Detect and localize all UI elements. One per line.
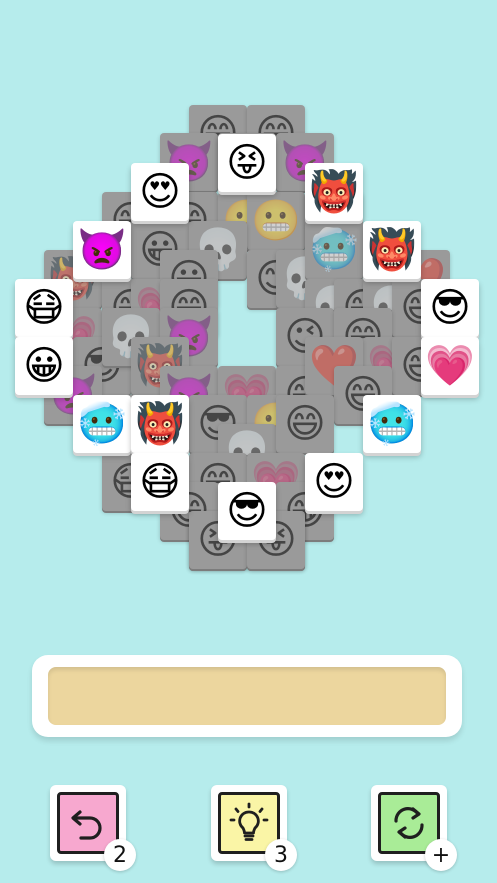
tile-grinning[interactable]: 😀 [15,337,73,395]
covered-tile: 😄 [276,395,334,453]
tile-cold-face[interactable]: 🥶 [363,395,421,453]
tile-face-mask[interactable]: 😷 [15,279,73,337]
emoji-icon: 🥶 [367,401,417,447]
undo-button[interactable]: 2 [50,785,136,871]
tile-sunglasses[interactable]: 😎 [421,279,479,337]
emoji-icon: 🥶 [309,227,359,273]
hint-count-badge: 3 [265,839,297,871]
emoji-icon: 😀 [23,343,65,389]
emoji-icon: 😍 [313,459,355,505]
shuffle-button[interactable]: + [371,785,457,871]
emoji-icon: 😷 [139,459,181,505]
emoji-icon: 🥶 [77,401,127,447]
tile-growing-heart[interactable]: 💗 [421,337,479,395]
tile-cold-face[interactable]: 🥶 [73,395,131,453]
covered-tile: 🥶 [305,221,363,279]
tile-ogre[interactable]: 👹 [363,221,421,279]
emoji-icon: 😝 [226,140,268,186]
shuffle-arrows-icon [394,807,424,839]
hint-button[interactable]: 3 [211,785,297,871]
tile-ogre[interactable]: 👹 [131,395,189,453]
game-board: 😁😁👿😁👿😄😄😬😬🥶😀💀😀😊💀🥶❤️👹😄💗😄💀😄💀😄💗😎💀👿😉😄💗😄👿👹👿💗😄❤… [0,0,497,620]
lightbulb-icon [229,802,269,841]
tile-heart-eyes[interactable]: 😍 [131,163,189,221]
emoji-icon: 😬 [251,198,301,244]
emoji-icon: 😷 [23,285,65,331]
undo-count-badge: 2 [104,839,136,871]
emoji-icon: 👹 [135,401,185,447]
tile-sunglasses[interactable]: 😎 [218,482,276,540]
shuffle-add-badge: + [425,839,457,871]
tile-heart-eyes[interactable]: 😍 [305,453,363,511]
tile-tray [32,655,462,737]
emoji-icon: 💗 [425,343,475,389]
emoji-icon: 😍 [139,169,181,215]
tile-ogre[interactable]: 👹 [305,163,363,221]
emoji-icon: 😎 [429,285,471,331]
tile-face-mask[interactable]: 😷 [131,453,189,511]
tile-squinting-tongue[interactable]: 😝 [218,134,276,192]
tray-slot-area [48,667,446,725]
tile-angry-devil[interactable]: 👿 [73,221,131,279]
emoji-icon: 👹 [367,227,417,273]
emoji-icon: 👿 [77,227,127,273]
emoji-icon: 😎 [226,488,268,534]
emoji-icon: 😄 [284,401,326,447]
emoji-icon: 👹 [309,169,359,215]
undo-arrow-icon [71,810,102,840]
covered-tile: 😬 [247,192,305,250]
